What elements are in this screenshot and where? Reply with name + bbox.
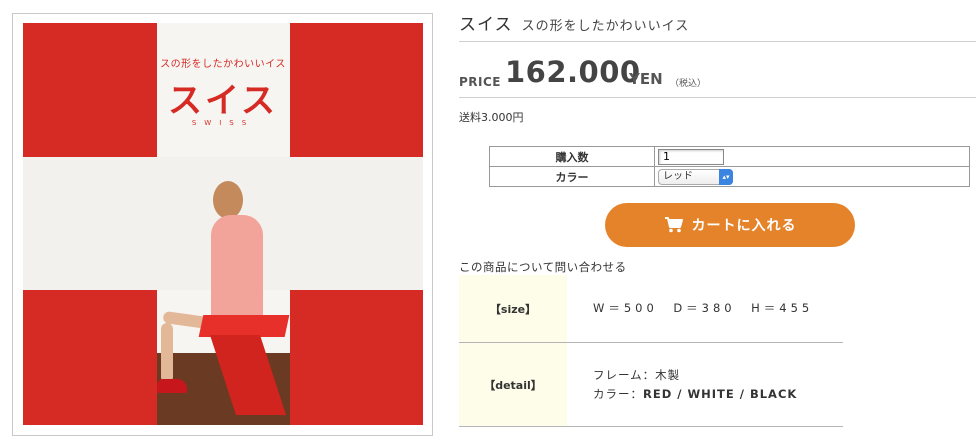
quantity-input[interactable] <box>658 148 724 165</box>
spec-value-detail: フレーム：木製 カラー：RED / WHITE / BLACK <box>567 343 843 426</box>
chair-seat <box>198 315 290 337</box>
poster-title: スイス <box>168 81 278 121</box>
spec-key-size: 【size】 <box>459 275 567 342</box>
color-select[interactable]: レッド ▴▾ <box>658 168 733 185</box>
detail-frame: フレーム：木製 <box>593 367 681 382</box>
size-dimensions: W＝500 D＝380 H＝455 <box>593 301 814 315</box>
color-label: カラー <box>489 166 655 187</box>
price-currency: YEN <box>629 70 663 88</box>
select-arrows-icon: ▴▾ <box>719 168 733 185</box>
product-title-row: スイス スの形をしたかわいいイス <box>459 10 976 42</box>
poster-english: SWISS <box>191 119 255 127</box>
price-row: PRICE 162.000 YEN （税込） <box>459 55 976 98</box>
spec-row-size: 【size】 W＝500 D＝380 H＝455 <box>459 275 843 343</box>
model-shoe <box>157 379 187 393</box>
model-shin <box>161 323 173 383</box>
color-row: カラー レッド ▴▾ <box>489 166 970 187</box>
cart-icon <box>664 217 684 233</box>
spec-value-size: W＝500 D＝380 H＝455 <box>567 275 843 342</box>
quantity-cell <box>654 146 970 167</box>
add-to-cart-label: カートに入れる <box>691 218 797 234</box>
add-to-cart-button[interactable]: カートに入れる <box>605 203 855 247</box>
product-image-frame: スの形をしたかわいいイス スイス SWISS <box>12 13 433 436</box>
product-catchphrase: スの形をしたかわいいイス <box>521 19 690 34</box>
detail-color-value: RED / WHITE / BLACK <box>643 386 798 401</box>
price-tax-note: （税込） <box>670 79 707 89</box>
price-value: 162.000 <box>505 55 641 89</box>
color-select-value: レッド <box>663 170 693 182</box>
product-name: スイス <box>459 15 513 35</box>
price-label: PRICE <box>459 75 502 89</box>
product-photo[interactable]: スの形をしたかわいいイス スイス SWISS <box>23 23 423 425</box>
model-head <box>213 181 243 219</box>
detail-color-label: カラー： <box>593 386 643 401</box>
detail-color-line: カラー：RED / WHITE / BLACK <box>593 385 843 404</box>
color-cell: レッド ▴▾ <box>654 166 970 187</box>
model-dress <box>211 215 263 323</box>
spec-row-detail: 【detail】 フレーム：木製 カラー：RED / WHITE / BLACK <box>459 343 843 427</box>
spec-table: 【size】 W＝500 D＝380 H＝455 【detail】 フレーム：木… <box>459 275 843 427</box>
spec-key-detail: 【detail】 <box>459 343 567 426</box>
quantity-label: 購入数 <box>489 146 655 167</box>
quantity-row: 購入数 <box>489 146 970 167</box>
shipping-fee: 送料3.000円 <box>459 111 524 124</box>
options-table: 購入数 カラー レッド ▴▾ <box>489 146 970 187</box>
poster-subtitle: スの形をしたかわいいイス <box>160 59 286 70</box>
inquiry-link[interactable]: この商品について問い合わせる <box>459 259 627 275</box>
